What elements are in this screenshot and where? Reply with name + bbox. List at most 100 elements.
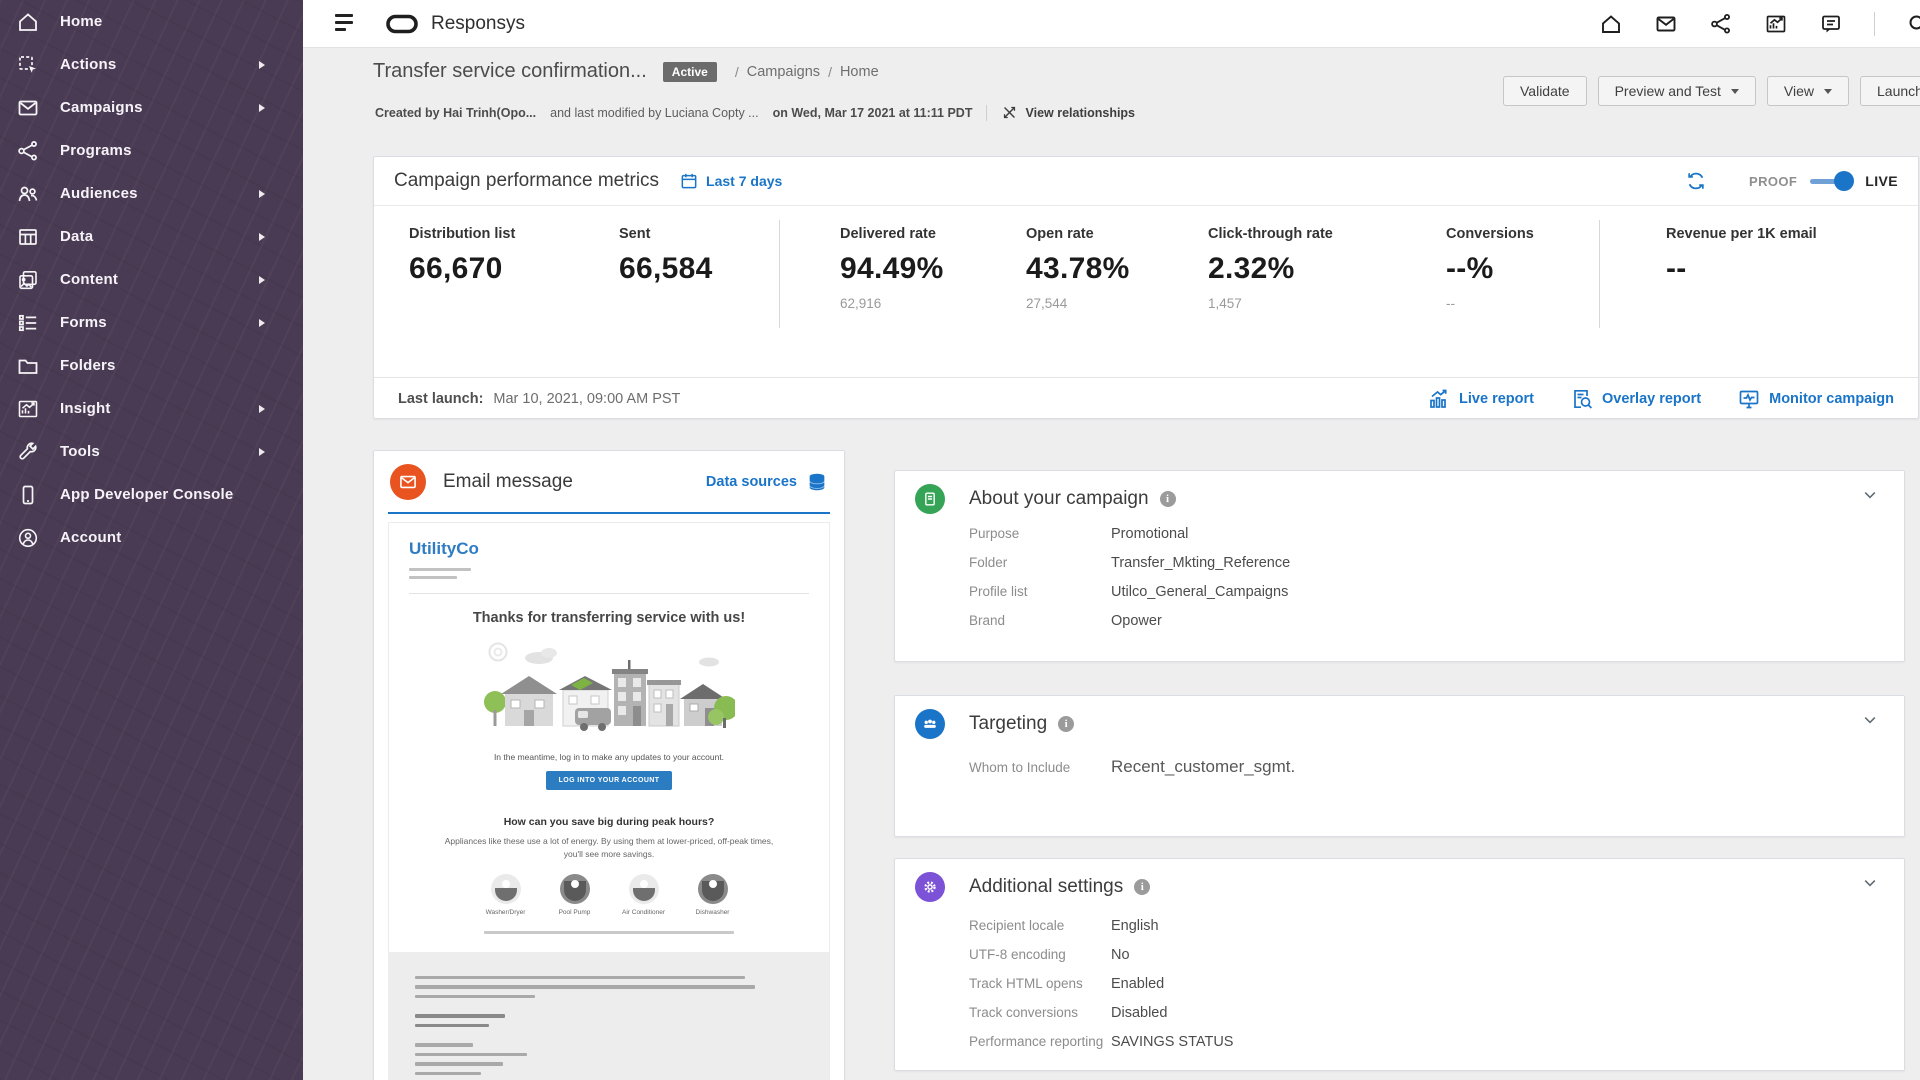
metric-revenue-per-1k: Revenue per 1K email--: [1666, 206, 1817, 272]
header-divider: [1874, 12, 1875, 36]
search-icon[interactable]: [1906, 12, 1920, 36]
placeholder-text-line: [484, 931, 734, 934]
email-icon[interactable]: [1654, 12, 1678, 36]
created-by-text: Created by Hai Trinh(Opo...: [375, 106, 536, 120]
sidebar-item-data[interactable]: Data: [0, 215, 303, 258]
chevron-right-icon: [259, 190, 265, 198]
metric-conversions: Conversions--%--: [1446, 206, 1534, 272]
about-row-purpose: PurposePromotional: [895, 526, 1904, 542]
sidebar-item-label: Audiences: [60, 185, 138, 202]
sidebar-item-audiences[interactable]: Audiences: [0, 172, 303, 215]
tools-icon: [16, 440, 40, 464]
chevron-right-icon: [259, 276, 265, 284]
settings-row-utf8-encoding: UTF-8 encodingNo: [895, 947, 1904, 963]
preview-and-test-button[interactable]: Preview and Test: [1598, 76, 1756, 106]
appliance-washer-dryer: Washer/Dryer: [482, 874, 530, 917]
date-range-selector[interactable]: Last 7 days: [706, 173, 782, 189]
chevron-right-icon: [259, 405, 265, 413]
launch-button[interactable]: Launch: [1860, 76, 1920, 106]
hamburger-menu-icon[interactable]: [335, 14, 357, 34]
sidebar-item-label: Actions: [60, 56, 116, 73]
chevron-down-icon[interactable]: [1862, 875, 1878, 891]
forms-icon: [16, 311, 40, 335]
overlay-report-link[interactable]: Overlay report: [1570, 387, 1701, 411]
breadcrumb-campaigns[interactable]: Campaigns: [747, 64, 820, 80]
unsubscribe-link-placeholder[interactable]: [415, 1014, 505, 1018]
campaign-performance-panel: Campaign performance metrics Last 7 days…: [373, 156, 1919, 419]
status-badge: Active: [663, 62, 717, 82]
chevron-down-icon[interactable]: [1862, 712, 1878, 728]
sidebar-item-label: Programs: [60, 142, 132, 159]
settings-row-recipient-locale: Recipient localeEnglish: [895, 918, 1904, 934]
sidebar-item-tools[interactable]: Tools: [0, 430, 303, 473]
sidebar-item-account[interactable]: Account: [0, 516, 303, 559]
about-row-profile-list: Profile listUtilco_General_Campaigns: [895, 584, 1904, 600]
dishwasher-icon: [698, 874, 728, 904]
app-name: Responsys: [431, 13, 525, 35]
placeholder-text-line: [409, 576, 457, 579]
sidebar-item-content[interactable]: Content: [0, 258, 303, 301]
last-launch-label: Last launch:: [398, 391, 483, 407]
targeting-row-whom-to-include: Whom to Include Recent_customer_sgmt.: [895, 757, 1904, 777]
sidebar-item-forms[interactable]: Forms: [0, 301, 303, 344]
programs-icon[interactable]: [1709, 12, 1733, 36]
log-into-account-button[interactable]: LOG INTO YOUR ACCOUNT: [546, 771, 673, 790]
sidebar-item-actions[interactable]: Actions: [0, 43, 303, 86]
pool-pump-icon: [560, 874, 590, 904]
relationships-icon: [1001, 104, 1018, 121]
insight-chart-icon[interactable]: [1764, 12, 1788, 36]
sidebar-item-programs[interactable]: Programs: [0, 129, 303, 172]
metric-distribution-list: Distribution list66,670: [409, 206, 515, 272]
live-report-link[interactable]: Live report: [1427, 387, 1534, 411]
neighborhood-illustration: [483, 638, 735, 740]
campaign-meta: Created by Hai Trinh(Opo... and last mod…: [375, 104, 1135, 121]
chevron-right-icon: [259, 104, 265, 112]
oracle-logo-icon: [385, 12, 419, 41]
sidebar-item-label: Insight: [60, 400, 111, 417]
view-button[interactable]: View: [1767, 76, 1849, 106]
home-icon[interactable]: [1599, 12, 1623, 36]
document-search-icon: [1570, 387, 1594, 411]
sidebar-item-insight[interactable]: Insight: [0, 387, 303, 430]
breadcrumb-home[interactable]: Home: [840, 64, 879, 80]
metric-sent: Sent66,584: [619, 206, 713, 272]
audiences-icon: [16, 182, 40, 206]
data-sources-link[interactable]: Data sources: [706, 471, 828, 493]
info-icon[interactable]: [1134, 879, 1150, 895]
refresh-icon[interactable]: [1685, 170, 1707, 192]
chevron-right-icon: [259, 233, 265, 241]
washer-dryer-icon: [491, 874, 521, 904]
breadcrumb-separator: /: [828, 64, 832, 80]
about-row-folder: FolderTransfer_Mkting_Reference: [895, 555, 1904, 571]
info-icon[interactable]: [1160, 491, 1176, 507]
sidebar-item-app-developer-console[interactable]: App Developer Console: [0, 473, 303, 516]
panel-accent-rule: [388, 512, 830, 514]
main-content: Transfer service confirmation... Active …: [303, 48, 1920, 1080]
folders-icon: [16, 354, 40, 378]
chevron-right-icon: [259, 448, 265, 456]
email-message-panel: Email message Data sources UtilityCo Tha…: [373, 450, 845, 1080]
feedback-chat-icon[interactable]: [1819, 12, 1843, 36]
programs-icon: [16, 139, 40, 163]
email-footer: [389, 952, 829, 1080]
sidebar-item-label: Account: [60, 529, 121, 546]
email-login-note: In the meantime, log in to make any upda…: [409, 752, 809, 762]
monitor-campaign-link[interactable]: Monitor campaign: [1737, 387, 1894, 411]
metric-open-rate: Open rate43.78%27,544: [1026, 206, 1130, 272]
email-panel-title: Email message: [443, 471, 573, 493]
sidebar-item-label: Folders: [60, 357, 116, 374]
live-label: LIVE: [1865, 173, 1898, 189]
metric-delivered-rate: Delivered rate94.49%62,916: [840, 206, 944, 272]
email-headline: Thanks for transferring service with us!: [409, 610, 809, 626]
proof-live-toggle[interactable]: [1808, 171, 1854, 191]
view-relationships-link[interactable]: View relationships: [1025, 106, 1135, 120]
appliance-icons-row: Washer/Dryer Pool Pump Air Conditioner D…: [409, 874, 809, 917]
sidebar-item-home[interactable]: Home: [0, 0, 303, 43]
sidebar-item-folders[interactable]: Folders: [0, 344, 303, 387]
sidebar-item-campaigns[interactable]: Campaigns: [0, 86, 303, 129]
sidebar-item-label: Tools: [60, 443, 100, 460]
settings-row-track-html-opens: Track HTML opensEnabled: [895, 976, 1904, 992]
validate-button[interactable]: Validate: [1503, 76, 1587, 106]
chevron-down-icon[interactable]: [1862, 487, 1878, 503]
info-icon[interactable]: [1058, 716, 1074, 732]
